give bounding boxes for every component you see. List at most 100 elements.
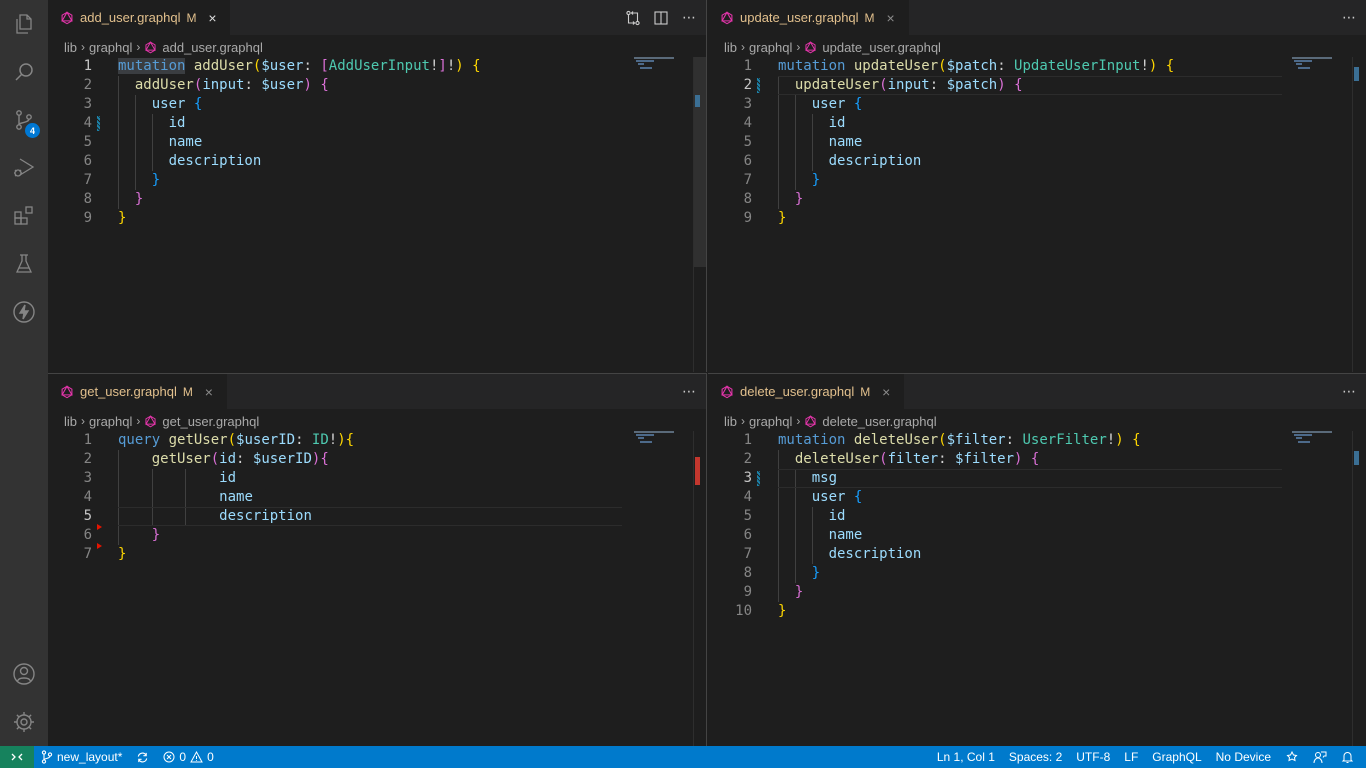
vertical-scrollbar[interactable] xyxy=(1352,57,1366,372)
split-editor-button[interactable] xyxy=(652,9,670,27)
close-tab-icon[interactable]: × xyxy=(204,10,220,26)
line-number[interactable]: 7 xyxy=(708,171,752,190)
code-editor[interactable]: 1 mutation updateUser($patch: UpdateUserI… xyxy=(708,57,1366,372)
breadcrumb-item[interactable]: get_user.graphql xyxy=(162,414,259,429)
feedback-button[interactable] xyxy=(1306,746,1334,768)
close-tab-icon[interactable]: × xyxy=(878,384,894,400)
minimap[interactable] xyxy=(1286,57,1346,97)
modified-line-gutter[interactable] xyxy=(97,116,100,131)
line-number[interactable]: 2 xyxy=(48,450,92,469)
breadcrumb-item[interactable]: delete_user.graphql xyxy=(822,414,936,429)
close-tab-icon[interactable]: × xyxy=(201,384,217,400)
breadcrumb-item[interactable]: lib xyxy=(64,414,77,429)
problems-status[interactable]: 0 0 xyxy=(156,746,220,768)
line-number[interactable]: 7 xyxy=(48,545,92,564)
line-number[interactable]: 5 xyxy=(708,507,752,526)
more-actions-button[interactable]: ⋯ xyxy=(680,383,698,401)
line-number[interactable]: 4 xyxy=(708,488,752,507)
close-tab-icon[interactable]: × xyxy=(883,10,899,26)
testing-button[interactable] xyxy=(0,240,48,288)
line-number[interactable]: 7 xyxy=(708,545,752,564)
breadcrumb-item[interactable]: graphql xyxy=(749,414,792,429)
more-actions-button[interactable]: ⋯ xyxy=(680,9,698,27)
branch-status[interactable]: new_layout* xyxy=(34,746,129,768)
tab-br[interactable]: delete_user.graphql M × xyxy=(708,374,905,409)
vertical-scrollbar[interactable] xyxy=(693,57,706,372)
line-number[interactable]: 5 xyxy=(708,133,752,152)
cursor-position[interactable]: Ln 1, Col 1 xyxy=(930,746,1002,768)
line-number[interactable]: 3 xyxy=(708,469,752,488)
line-number[interactable]: 1 xyxy=(48,431,92,450)
error-marker-icon[interactable] xyxy=(97,523,102,530)
open-changes-button[interactable] xyxy=(624,9,642,27)
breadcrumb-item[interactable]: graphql xyxy=(89,40,132,55)
run-debug-button[interactable] xyxy=(0,144,48,192)
notifications-button[interactable] xyxy=(1334,746,1366,768)
language-mode[interactable]: GraphQL xyxy=(1145,746,1208,768)
line-number[interactable]: 1 xyxy=(708,57,752,76)
lightning-button[interactable] xyxy=(0,288,48,336)
indentation[interactable]: Spaces: 2 xyxy=(1002,746,1069,768)
line-number[interactable]: 4 xyxy=(48,114,92,133)
device-selector[interactable]: No Device xyxy=(1209,746,1278,768)
line-number[interactable]: 6 xyxy=(48,152,92,171)
more-actions-button[interactable]: ⋯ xyxy=(1340,9,1358,27)
vertical-scrollbar[interactable] xyxy=(693,431,706,746)
breadcrumb-item[interactable]: add_user.graphql xyxy=(162,40,262,55)
more-actions-button[interactable]: ⋯ xyxy=(1340,383,1358,401)
line-number[interactable]: 7 xyxy=(48,171,92,190)
modified-line-gutter[interactable] xyxy=(757,78,760,93)
tab-bl[interactable]: get_user.graphql M × xyxy=(48,374,227,409)
tab-tr[interactable]: update_user.graphql M × xyxy=(708,0,909,35)
line-number[interactable]: 2 xyxy=(708,76,752,95)
minimap[interactable] xyxy=(628,431,688,471)
line-number[interactable]: 10 xyxy=(708,602,752,621)
code-editor[interactable]: 1 mutation addUser($user: [AddUserInput!]… xyxy=(48,57,706,372)
breadcrumb-item[interactable]: graphql xyxy=(749,40,792,55)
code-editor[interactable]: 1 mutation deleteUser($filter: UserFilter… xyxy=(708,431,1366,746)
remote-button[interactable] xyxy=(0,746,34,768)
code-editor[interactable]: 1 query getUser($userID: ID!){2 getUser(i… xyxy=(48,431,706,746)
manage-button[interactable] xyxy=(0,698,48,746)
line-number[interactable]: 8 xyxy=(48,190,92,209)
line-number[interactable]: 8 xyxy=(708,190,752,209)
line-number[interactable]: 2 xyxy=(48,76,92,95)
line-number[interactable]: 3 xyxy=(708,95,752,114)
line-number[interactable]: 2 xyxy=(708,450,752,469)
encoding[interactable]: UTF-8 xyxy=(1069,746,1117,768)
scrollbar-thumb[interactable] xyxy=(694,57,706,267)
breadcrumb-item[interactable]: update_user.graphql xyxy=(822,40,941,55)
line-number[interactable]: 3 xyxy=(48,95,92,114)
line-number[interactable]: 3 xyxy=(48,469,92,488)
tab-tl[interactable]: add_user.graphql M × xyxy=(48,0,231,35)
extensions-button[interactable] xyxy=(0,192,48,240)
copilot-button[interactable] xyxy=(1278,746,1306,768)
explorer-button[interactable] xyxy=(0,0,48,48)
breadcrumb-item[interactable]: graphql xyxy=(89,414,132,429)
breadcrumb-item[interactable]: lib xyxy=(64,40,77,55)
line-number[interactable]: 6 xyxy=(708,152,752,171)
line-number[interactable]: 1 xyxy=(708,431,752,450)
line-number[interactable]: 9 xyxy=(708,583,752,602)
vertical-scrollbar[interactable] xyxy=(1352,431,1366,746)
modified-line-gutter[interactable] xyxy=(757,471,760,486)
sync-button[interactable] xyxy=(129,746,156,768)
search-button[interactable] xyxy=(0,48,48,96)
line-number[interactable]: 1 xyxy=(48,57,92,76)
end-of-line[interactable]: LF xyxy=(1117,746,1145,768)
line-number[interactable]: 9 xyxy=(708,209,752,228)
minimap[interactable] xyxy=(628,57,688,97)
minimap[interactable] xyxy=(1286,431,1346,471)
line-number[interactable]: 5 xyxy=(48,133,92,152)
line-number[interactable]: 4 xyxy=(708,114,752,133)
source-control-button[interactable]: 4 xyxy=(0,96,48,144)
line-number[interactable]: 6 xyxy=(48,526,92,545)
line-number[interactable]: 8 xyxy=(708,564,752,583)
breadcrumb-item[interactable]: lib xyxy=(724,40,737,55)
line-number[interactable]: 5 xyxy=(48,507,92,526)
line-number[interactable]: 6 xyxy=(708,526,752,545)
line-number[interactable]: 4 xyxy=(48,488,92,507)
error-marker-icon[interactable] xyxy=(97,542,102,549)
breadcrumb-item[interactable]: lib xyxy=(724,414,737,429)
line-number[interactable]: 9 xyxy=(48,209,92,228)
